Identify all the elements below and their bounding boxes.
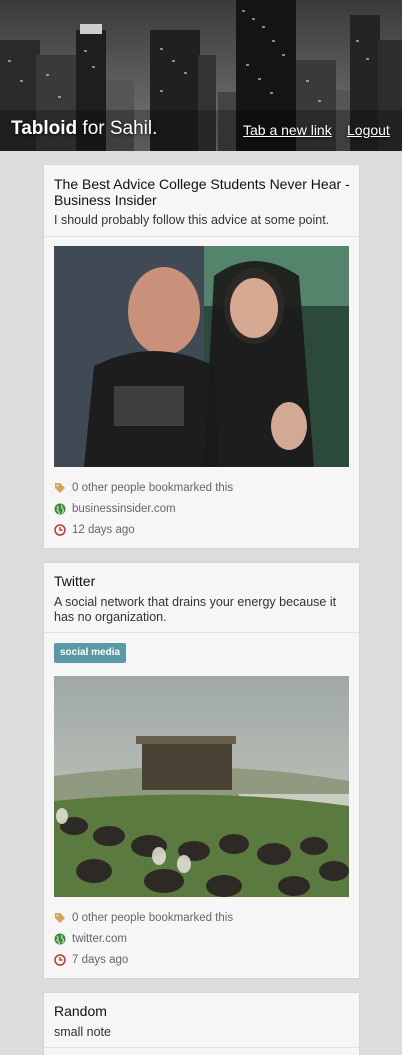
post-description: A social network that drains your energy… xyxy=(54,595,337,624)
post-thumbnail[interactable] xyxy=(54,246,349,467)
post-age-text: 12 days ago xyxy=(72,524,135,536)
tag-icon xyxy=(55,483,65,493)
festival-photo xyxy=(54,676,349,897)
post-age: 12 days ago xyxy=(54,522,135,538)
card-divider xyxy=(44,1047,359,1048)
post-age-text: 7 days ago xyxy=(72,954,129,966)
post-domain-text: businessinsider.com xyxy=(72,503,176,515)
tab-new-link[interactable]: Tab a new link xyxy=(243,122,332,138)
bookmark-count: 0 other people bookmarked this xyxy=(54,910,233,926)
post-description: small note xyxy=(54,1025,111,1039)
card-divider xyxy=(44,236,359,237)
post-description: I should probably follow this advice at … xyxy=(54,213,330,227)
tag-badge-social-media[interactable]: social media xyxy=(54,643,127,663)
post-domain[interactable]: businessinsider.com xyxy=(54,501,176,517)
brand-suffix: for Sahil. xyxy=(77,118,158,139)
brand-name: Tabloid xyxy=(11,118,78,139)
bookmark-count: 0 other people bookmarked this xyxy=(54,480,233,496)
tag-icon xyxy=(55,913,65,923)
post-title[interactable]: Random xyxy=(54,1003,350,1019)
post-card: Twitter A social network that drains you… xyxy=(44,563,359,978)
bookmark-count-text: 0 other people bookmarked this xyxy=(72,912,234,924)
post-domain[interactable]: twitter.com xyxy=(54,931,127,947)
post-card: Random small note xyxy=(44,993,359,1055)
post-title[interactable]: The Best Advice College Students Never H… xyxy=(54,176,350,208)
clock-icon xyxy=(54,954,66,966)
app-brand[interactable]: Tabloid for Sahil. xyxy=(11,118,157,140)
clock-icon xyxy=(54,524,66,536)
globe-icon xyxy=(54,503,66,515)
party-photo xyxy=(54,246,349,467)
post-thumbnail[interactable] xyxy=(54,676,349,897)
post-title[interactable]: Twitter xyxy=(54,573,350,589)
post-card: The Best Advice College Students Never H… xyxy=(44,165,359,548)
card-divider xyxy=(44,632,359,633)
bookmark-count-text: 0 other people bookmarked this xyxy=(72,482,234,494)
post-age: 7 days ago xyxy=(54,952,128,968)
logout-link[interactable]: Logout xyxy=(347,122,390,138)
post-domain-text: twitter.com xyxy=(72,933,127,945)
header-banner: Tabloid for Sahil. Tab a new link Logout xyxy=(0,0,402,151)
globe-icon xyxy=(54,933,66,945)
